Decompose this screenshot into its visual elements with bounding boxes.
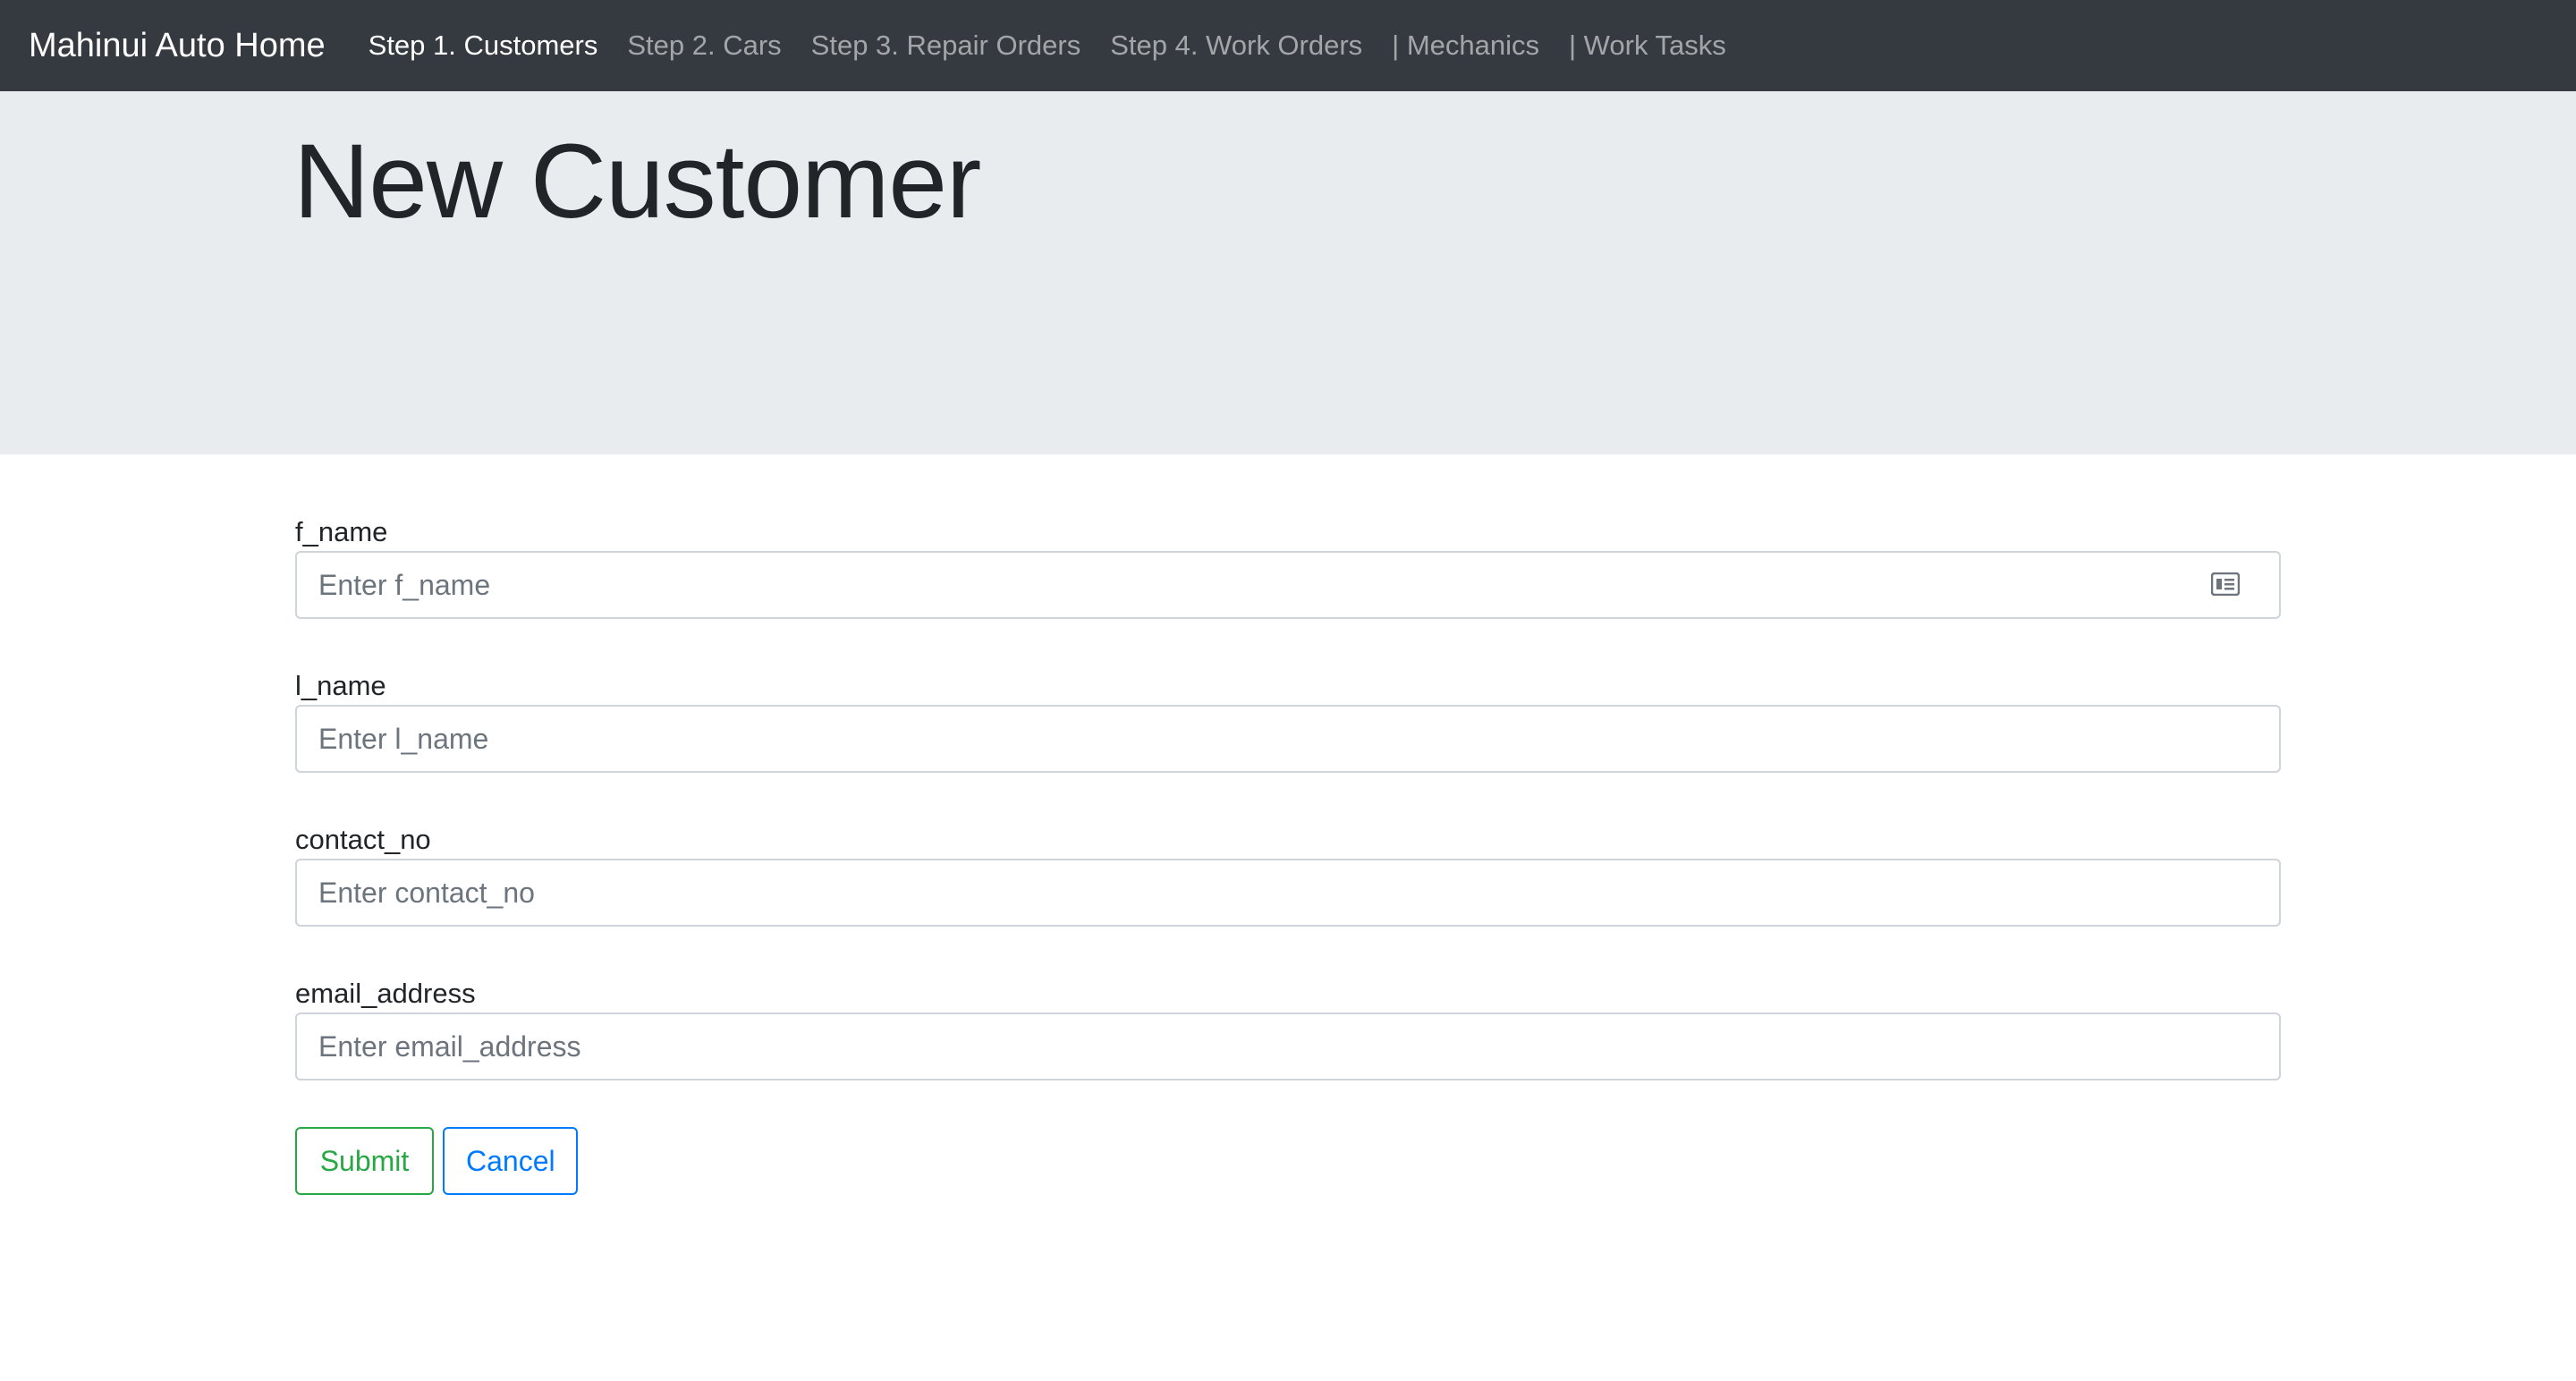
contact-no-group: contact_no bbox=[295, 809, 2281, 962]
contact-card-icon[interactable] bbox=[2211, 572, 2240, 596]
nav-mechanics[interactable]: | Mechanics bbox=[1392, 30, 1539, 62]
f-name-group: f_name bbox=[295, 501, 2281, 655]
f-name-label: f_name bbox=[295, 516, 388, 547]
page-title: New Customer bbox=[293, 123, 981, 241]
nav-step3-repair-orders[interactable]: Step 3. Repair Orders bbox=[811, 30, 1081, 62]
f-name-input[interactable] bbox=[295, 551, 2281, 619]
new-customer-form: f_name l_name contact_no email_address bbox=[295, 501, 2281, 1116]
nav-step4-work-orders[interactable]: Step 4. Work Orders bbox=[1110, 30, 1362, 62]
top-navbar: Mahinui Auto Home Step 1. Customers Step… bbox=[0, 0, 2576, 91]
email-address-input[interactable] bbox=[295, 1012, 2281, 1080]
contact-no-input[interactable] bbox=[295, 859, 2281, 927]
contact-no-label: contact_no bbox=[295, 824, 431, 855]
contact-no-input-wrap bbox=[295, 859, 2281, 927]
l-name-label: l_name bbox=[295, 670, 386, 701]
submit-button[interactable]: Submit bbox=[295, 1127, 434, 1195]
nav-step1-customers[interactable]: Step 1. Customers bbox=[369, 30, 598, 62]
form-actions: Submit Cancel bbox=[295, 1127, 578, 1195]
nav-work-tasks[interactable]: | Work Tasks bbox=[1569, 30, 1726, 62]
f-name-input-wrap bbox=[295, 551, 2281, 619]
email-address-label: email_address bbox=[295, 978, 476, 1009]
cancel-button[interactable]: Cancel bbox=[443, 1127, 578, 1195]
email-address-input-wrap bbox=[295, 1012, 2281, 1080]
l-name-group: l_name bbox=[295, 655, 2281, 809]
l-name-input-wrap bbox=[295, 705, 2281, 773]
brand-link[interactable]: Mahinui Auto Home bbox=[29, 27, 326, 65]
nav-step2-cars[interactable]: Step 2. Cars bbox=[627, 30, 781, 62]
l-name-input[interactable] bbox=[295, 705, 2281, 773]
email-address-group: email_address bbox=[295, 962, 2281, 1116]
